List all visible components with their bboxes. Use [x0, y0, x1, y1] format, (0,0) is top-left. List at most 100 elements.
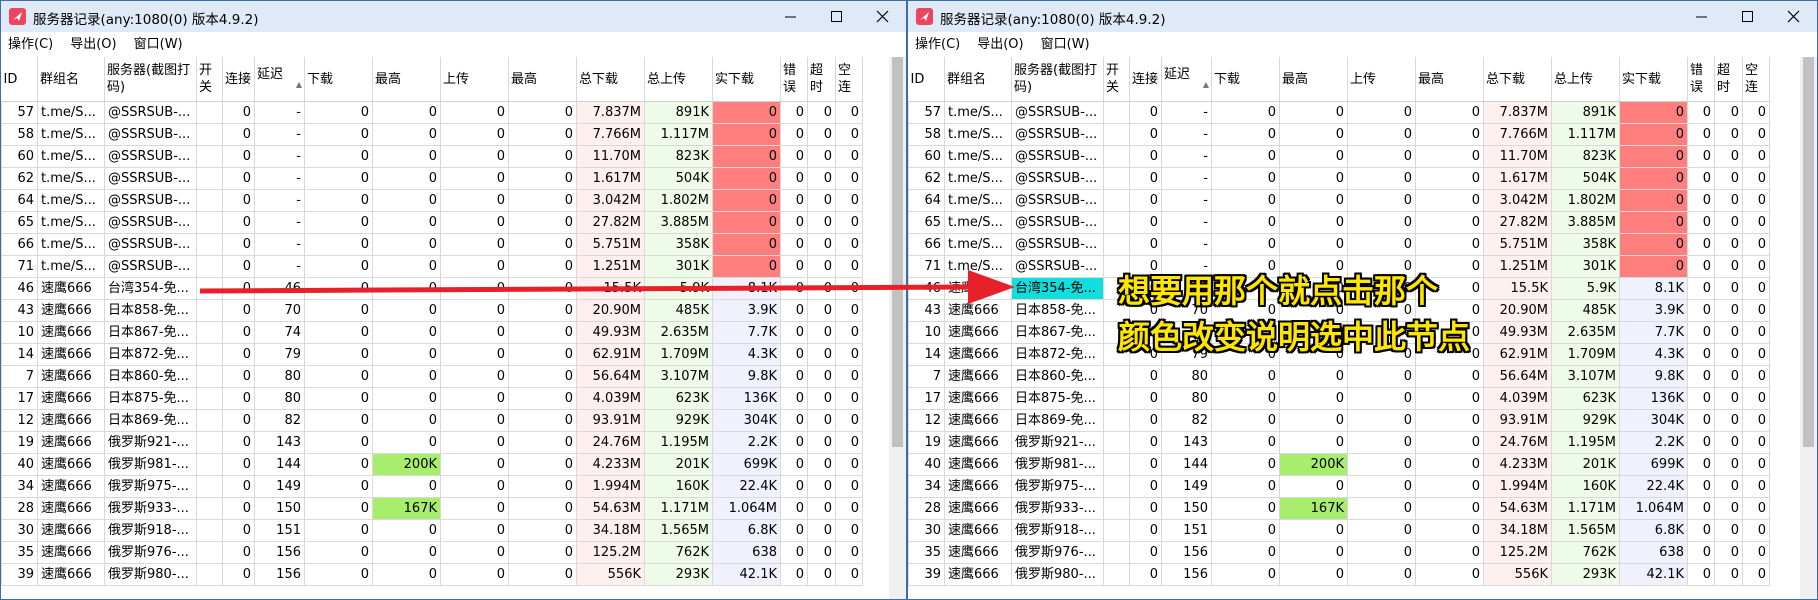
col-header-real-down[interactable]: 实下载 [1619, 57, 1688, 102]
col-header-id[interactable]: ID [1, 57, 38, 102]
minimize-button[interactable] [1679, 1, 1725, 32]
table-row[interactable]: 40 速鹰666 俄罗斯981-... 0 144 0 200K 0 0 4.233M 201K 69… [908, 453, 1770, 476]
table-row[interactable]: 60 t.me/S... @SSRSUB-... 0-0 0 0 0 11.70M 823K 0 0… [1, 145, 863, 168]
col-header-upload[interactable]: 上传 [1347, 57, 1416, 102]
col-header-peak-down[interactable]: 最高 [1279, 57, 1348, 102]
col-header-upload[interactable]: 上传 [440, 57, 509, 102]
col-header-download[interactable]: 下载 [304, 57, 373, 102]
table-row[interactable]: 46 速鹰666 台湾354-免... 0 46 0 0 0 0 15.5K 5.9K 8.1K 0 0 0 [1, 277, 863, 300]
table-row[interactable]: 19 速鹰666 俄罗斯921-... 0 143 0 0 0 0 24.76M 1.195M 2.2… [908, 431, 1770, 454]
close-button[interactable] [1771, 1, 1817, 32]
table-row[interactable]: 39 速鹰666 俄罗斯980-... 0 156 0 0 0 0 556K 293K 42.1K 0 0… [1, 563, 863, 586]
table-row[interactable]: 43 速鹰666 日本858-免... 0 70 0 0 0 0 20.90M 485K 3.9K 0 0… [1, 299, 863, 322]
table-row[interactable]: 39 速鹰666 俄罗斯980-... 0 156 0 0 0 0 556K 293K 42.1K 0 0… [908, 563, 1770, 586]
menu-window[interactable]: 窗口(W) [1041, 34, 1090, 56]
title-bar[interactable]: 服务器记录(any:1080(0) 版本4.9.2) [1, 1, 906, 32]
cell-timeouts: 0 [1714, 387, 1743, 410]
cell-group: 速鹰666 [37, 453, 105, 476]
title-bar[interactable]: 服务器记录(any:1080(0) 版本4.9.2) [908, 1, 1817, 32]
cell-id: 71 [1, 255, 38, 278]
scrollbar-thumb[interactable] [892, 57, 903, 447]
col-header-errors[interactable]: 错误 [1687, 57, 1715, 102]
table-row[interactable]: 12 速鹰666 日本869-免... 0 82 0 0 0 0 93.91M 929K 304K 0 0… [1, 409, 863, 432]
cell-total-up: 1.802M [644, 189, 713, 212]
close-button[interactable] [860, 1, 906, 32]
col-header-peak-up[interactable]: 最高 [508, 57, 577, 102]
col-header-group[interactable]: 群组名 [37, 57, 105, 102]
col-header-latency[interactable]: 延迟 ▲ [1161, 57, 1212, 102]
col-header-id[interactable]: ID [908, 57, 945, 102]
table-row[interactable]: 66 t.me/S... @SSRSUB-... 0-0 0 0 0 5.751M 358K 0 0… [908, 233, 1770, 256]
col-header-total-up[interactable]: 总上传 [644, 57, 713, 102]
table-row[interactable]: 7 速鹰666 日本860-免... 0 80 0 0 0 0 56.64M 3.107M 9.8K 0… [908, 365, 1770, 388]
table-row[interactable]: 65 t.me/S... @SSRSUB-... 0-0 0 0 0 27.82M 3.885M… [1, 211, 863, 234]
table-row[interactable]: 30 速鹰666 俄罗斯918-... 0 151 0 0 0 0 34.18M 1.565M 6.8… [1, 519, 863, 542]
col-header-server[interactable]: 服务器(截图打码) [1011, 57, 1104, 102]
table-row[interactable]: 28 速鹰666 俄罗斯933-... 0 150 0 167K 0 0 54.63M 1.171M… [908, 497, 1770, 520]
cell-idle: 0 [835, 431, 863, 454]
table-row[interactable]: 19 速鹰666 俄罗斯921-... 0 143 0 0 0 0 24.76M 1.195M 2.2… [1, 431, 863, 454]
col-header-timeouts[interactable]: 超时 [807, 57, 836, 102]
scrollbar-thumb[interactable] [1803, 57, 1814, 447]
table-row[interactable]: 14 速鹰666 日本872-免... 0 79 0 0 0 0 62.91M 1.709M 4.3K… [1, 343, 863, 366]
table-row[interactable]: 71 t.me/S... @SSRSUB-... 0-0 0 0 0 1.251M 301K 0 0… [1, 255, 863, 278]
col-header-server[interactable]: 服务器(截图打码) [104, 57, 197, 102]
col-header-peak-up[interactable]: 最高 [1415, 57, 1484, 102]
col-header-timeouts[interactable]: 超时 [1714, 57, 1743, 102]
table-row[interactable]: 66 t.me/S... @SSRSUB-... 0-0 0 0 0 5.751M 358K 0 0… [1, 233, 863, 256]
menu-operation[interactable]: 操作(C) [8, 34, 53, 56]
menu-export[interactable]: 导出(O) [977, 34, 1023, 56]
table-row[interactable]: 58 t.me/S... @SSRSUB-... 0-0 0 0 0 7.766M 1.117M… [908, 123, 1770, 146]
table-row[interactable]: 62 t.me/S... @SSRSUB-... 0-0 0 0 0 1.617M 504K 0 0… [1, 167, 863, 190]
table-row[interactable]: 17 速鹰666 日本875-免... 0 80 0 0 0 0 4.039M 623K 136K 0 0… [1, 387, 863, 410]
vertical-scrollbar[interactable] [1800, 57, 1817, 599]
col-header-idle[interactable]: 空连 [835, 57, 863, 102]
table-row[interactable]: 7 速鹰666 日本860-免... 0 80 0 0 0 0 56.64M 3.107M 9.8K 0… [1, 365, 863, 388]
table-row[interactable]: 40 速鹰666 俄罗斯981-... 0 144 0 200K 0 0 4.233M 201K 69… [1, 453, 863, 476]
cell-server: 日本867-免... [1011, 321, 1104, 344]
table-row[interactable]: 64 t.me/S... @SSRSUB-... 0-0 0 0 0 3.042M 1.802M… [1, 189, 863, 212]
col-header-conn[interactable]: 连接 [222, 57, 255, 102]
cell-peak-up: 0 [1415, 475, 1484, 498]
table-row[interactable]: 17 速鹰666 日本875-免... 0 80 0 0 0 0 4.039M 623K 136K 0 0… [908, 387, 1770, 410]
col-header-errors[interactable]: 错误 [780, 57, 808, 102]
table-row[interactable]: 28 速鹰666 俄罗斯933-... 0 150 0 167K 0 0 54.63M 1.171M… [1, 497, 863, 520]
table-row[interactable]: 34 速鹰666 俄罗斯975-... 0 149 0 0 0 0 1.994M 160K 22.4K… [1, 475, 863, 498]
col-header-download[interactable]: 下载 [1211, 57, 1280, 102]
menu-window[interactable]: 窗口(W) [134, 34, 183, 56]
table-row[interactable]: 35 速鹰666 俄罗斯976-... 0 156 0 0 0 0 125.2M 762K 638 0 0… [908, 541, 1770, 564]
col-header-conn[interactable]: 连接 [1129, 57, 1162, 102]
table-row[interactable]: 60 t.me/S... @SSRSUB-... 0-0 0 0 0 11.70M 823K 0 0… [908, 145, 1770, 168]
table-row[interactable]: 57 t.me/S... @SSRSUB-... 0-0 0 0 0 7.837M 891K 0 0… [908, 101, 1770, 124]
col-header-group[interactable]: 群组名 [944, 57, 1012, 102]
col-header-real-down[interactable]: 实下载 [712, 57, 781, 102]
table-row[interactable]: 34 速鹰666 俄罗斯975-... 0 149 0 0 0 0 1.994M 160K 22.4K… [908, 475, 1770, 498]
maximize-button[interactable] [1725, 1, 1771, 32]
table-row[interactable]: 58 t.me/S... @SSRSUB-... 0-0 0 0 0 7.766M 1.117M… [1, 123, 863, 146]
maximize-button[interactable] [814, 1, 860, 32]
col-header-peak-down[interactable]: 最高 [372, 57, 441, 102]
table-row[interactable]: 35 速鹰666 俄罗斯976-... 0 156 0 0 0 0 125.2M 762K 638 0 0… [1, 541, 863, 564]
cell-download: 0 [1211, 167, 1280, 190]
col-header-switch[interactable]: 开关 [1103, 57, 1130, 102]
cell-conn: 0 [222, 563, 255, 586]
table-row[interactable]: 10 速鹰666 日本867-免... 0 74 0 0 0 0 49.93M 2.635M 7.7K… [1, 321, 863, 344]
table-row[interactable]: 30 速鹰666 俄罗斯918-... 0 151 0 0 0 0 34.18M 1.565M 6.8… [908, 519, 1770, 542]
col-header-idle[interactable]: 空连 [1742, 57, 1770, 102]
col-header-switch[interactable]: 开关 [196, 57, 223, 102]
table-row[interactable]: 65 t.me/S... @SSRSUB-... 0-0 0 0 0 27.82M 3.885M… [908, 211, 1770, 234]
col-header-latency[interactable]: 延迟 ▲ [254, 57, 305, 102]
col-header-total-up[interactable]: 总上传 [1551, 57, 1620, 102]
table-row[interactable]: 12 速鹰666 日本869-免... 0 82 0 0 0 0 93.91M 929K 304K 0 0… [908, 409, 1770, 432]
cell-real-down: 0 [1619, 233, 1688, 256]
table-row[interactable]: 62 t.me/S... @SSRSUB-... 0-0 0 0 0 1.617M 504K 0 0… [908, 167, 1770, 190]
col-header-total-down[interactable]: 总下载 [576, 57, 645, 102]
vertical-scrollbar[interactable] [889, 57, 906, 599]
menu-export[interactable]: 导出(O) [70, 34, 116, 56]
minimize-button[interactable] [768, 1, 814, 32]
table-row[interactable]: 64 t.me/S... @SSRSUB-... 0-0 0 0 0 3.042M 1.802M… [908, 189, 1770, 212]
menu-operation[interactable]: 操作(C) [915, 34, 960, 56]
table-row[interactable]: 57 t.me/S... @SSRSUB-... 0-0 0 0 0 7.837M 891K 0 0… [1, 101, 863, 124]
col-header-total-down[interactable]: 总下载 [1483, 57, 1552, 102]
cell-latency: - [254, 167, 305, 190]
